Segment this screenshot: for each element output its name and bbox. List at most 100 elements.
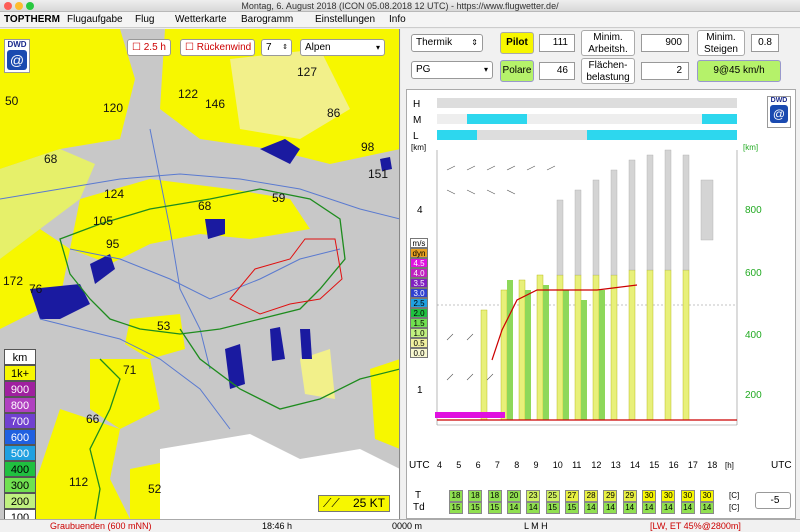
menu-wetterkarte[interactable]: Wetterkarte — [175, 14, 227, 25]
map-value: 53 — [157, 319, 171, 333]
map-value: 76 — [29, 282, 43, 296]
temperature-cell: 29 — [622, 490, 637, 502]
map-value: 172 — [3, 274, 24, 288]
status-region: Graubuenden (600 mNN) — [50, 521, 152, 531]
right-panel: Thermik ⇕ PG ▾ Pilot 111 Polare 46 Minim. … — [401, 29, 800, 519]
hour-axis: 4 5 6 7 8 9 10 11 12 13 14 15 16 17 18 — [437, 460, 737, 472]
dewpoint-cell: 15 — [564, 502, 579, 514]
min-steigen-label: Minim. Steigen — [697, 30, 745, 56]
chart-dwd-logo: DWD @ — [767, 96, 791, 128]
legend-item: 100 — [4, 509, 36, 519]
climb-legend-item: 2.5 — [410, 298, 428, 308]
dwd-logo-text: DWD — [7, 40, 27, 49]
close-window-button[interactable] — [4, 2, 12, 10]
km-tick: 4 — [417, 205, 423, 216]
dewpoint-cell: 15 — [545, 502, 560, 514]
pilot-button[interactable]: Pilot — [500, 32, 534, 54]
row-label-h: H — [413, 99, 421, 110]
menu-info[interactable]: Info — [389, 14, 406, 25]
row-label-l: L — [413, 131, 419, 142]
utc-label-right: UTC — [771, 460, 792, 471]
offset-stepper[interactable]: -5 — [755, 492, 791, 509]
checkbox-2-5h[interactable]: ☐ 2.5 h — [127, 39, 171, 56]
map-value: 71 — [123, 363, 137, 377]
hour-tick: 5 — [456, 460, 462, 470]
dewpoint-cell: 14 — [584, 502, 599, 514]
hour-tick: 4 — [437, 460, 443, 470]
legend-item: 500 — [4, 445, 36, 461]
wind-scale: ⟋⟋ 25 KT — [318, 495, 390, 512]
hour-tick: 16 — [668, 460, 679, 470]
min-arbeitsh-input[interactable]: 900 — [641, 34, 689, 52]
dewpoint-cell: 14 — [622, 502, 637, 514]
map-value: 50 — [5, 94, 19, 108]
offset-value: -5 — [770, 495, 780, 506]
temperature-row: 18 18 18 20 23 25 27 28 29 29 30 30 30 30 — [437, 490, 727, 502]
status-time: 18:46 h — [262, 521, 293, 531]
menu-barogramm[interactable]: Barogramm — [241, 14, 293, 25]
checkbox-rueckenwind[interactable]: ☐ Rückenwind — [180, 39, 255, 56]
t-row-label: T — [415, 490, 422, 501]
temperature-cell: 18 — [449, 490, 463, 502]
polare-input[interactable]: 46 — [539, 62, 575, 80]
status-lmh: L M H — [524, 521, 548, 531]
checkbox-2-5h-label: 2.5 h — [143, 42, 166, 53]
map-value: 127 — [297, 65, 318, 79]
map-value: 112 — [69, 475, 89, 489]
map-value: 105 — [93, 214, 114, 228]
climb-legend-item: 3.5 — [410, 278, 428, 288]
km-axis-label: [km] — [411, 143, 427, 152]
m-tick: 200 — [745, 390, 762, 401]
menu-toptherm[interactable]: TOPTHERM — [4, 14, 60, 25]
maximize-window-button[interactable] — [26, 2, 34, 10]
hour-tick: 13 — [610, 460, 621, 470]
glider-select[interactable]: PG ▾ — [411, 61, 493, 79]
temperature-cell: 29 — [603, 490, 618, 502]
hour-tick: 14 — [630, 460, 641, 470]
cloud-cover-bar — [467, 114, 527, 124]
dewpoint-cell: 15 — [449, 502, 463, 514]
hour-tick: 15 — [649, 460, 660, 470]
map-value: 86 — [327, 106, 341, 120]
mode-select[interactable]: Thermik ⇕ — [411, 34, 483, 52]
legend-item: 200 — [4, 493, 36, 509]
temperature-cell: 30 — [642, 490, 656, 502]
dewpoint-cell: 14 — [661, 502, 676, 514]
temperature-cell: 30 — [661, 490, 676, 502]
climb-legend: m/s dyn 4.5 4.0 3.5 3.0 2.5 2.0 1.5 1.0 … — [410, 238, 428, 358]
dwd-swirl-icon: @ — [770, 105, 788, 123]
legend-item: 800 — [4, 397, 36, 413]
hour-tick: 9 — [533, 460, 539, 470]
minimize-window-button[interactable] — [15, 2, 23, 10]
thermal-map[interactable]: ☐ 2.5 h ☐ Rückenwind 7 ⇕ Alpen ▾ DWD @ 12… — [0, 29, 400, 519]
cloud-row-l — [437, 130, 737, 140]
pilot-weight-input[interactable]: 111 — [539, 34, 575, 52]
status-altitude: 0000 m — [392, 521, 423, 531]
dewpoint-row: 15 15 15 14 14 15 15 14 14 14 14 14 14 14 — [437, 502, 727, 514]
menu-flug[interactable]: Flug — [135, 14, 154, 25]
flaechenbelastung-input[interactable]: 2 — [641, 62, 689, 80]
dewpoint-cell: 15 — [468, 502, 483, 514]
climb-legend-item: 0.5 — [410, 338, 428, 348]
m-tick: 400 — [745, 330, 762, 341]
map-value: 122 — [178, 87, 199, 101]
menu-flugaufgabe[interactable]: Flugaufgabe — [67, 14, 123, 25]
chart-canvas — [435, 149, 738, 426]
status-bar: Graubuenden (600 mNN) 18:46 h 0000 m L M… — [0, 519, 800, 532]
min-steigen-input[interactable]: 0.8 — [751, 34, 779, 52]
hour-stepper[interactable]: 7 ⇕ — [261, 39, 292, 56]
dewpoint-cell: 14 — [603, 502, 618, 514]
checkbox-rueckenwind-label: Rückenwind — [196, 42, 252, 53]
height-legend: km 1k+ 900 800 700 600 500 400 300 200 1… — [4, 349, 36, 519]
cloud-row-h — [437, 98, 737, 108]
map-value: 52 — [148, 482, 162, 496]
region-select[interactable]: Alpen ▾ — [300, 39, 385, 56]
polare-button[interactable]: Polare — [500, 60, 534, 82]
dewpoint-cell: 14 — [699, 502, 714, 514]
climb-legend-item: m/s — [410, 238, 428, 248]
map-value: 95 — [106, 237, 120, 251]
legend-item: 1k+ — [4, 365, 36, 381]
temperature-cell: 30 — [680, 490, 695, 502]
temperature-cell: 30 — [699, 490, 714, 502]
menu-einstellungen[interactable]: Einstellungen — [315, 14, 375, 25]
